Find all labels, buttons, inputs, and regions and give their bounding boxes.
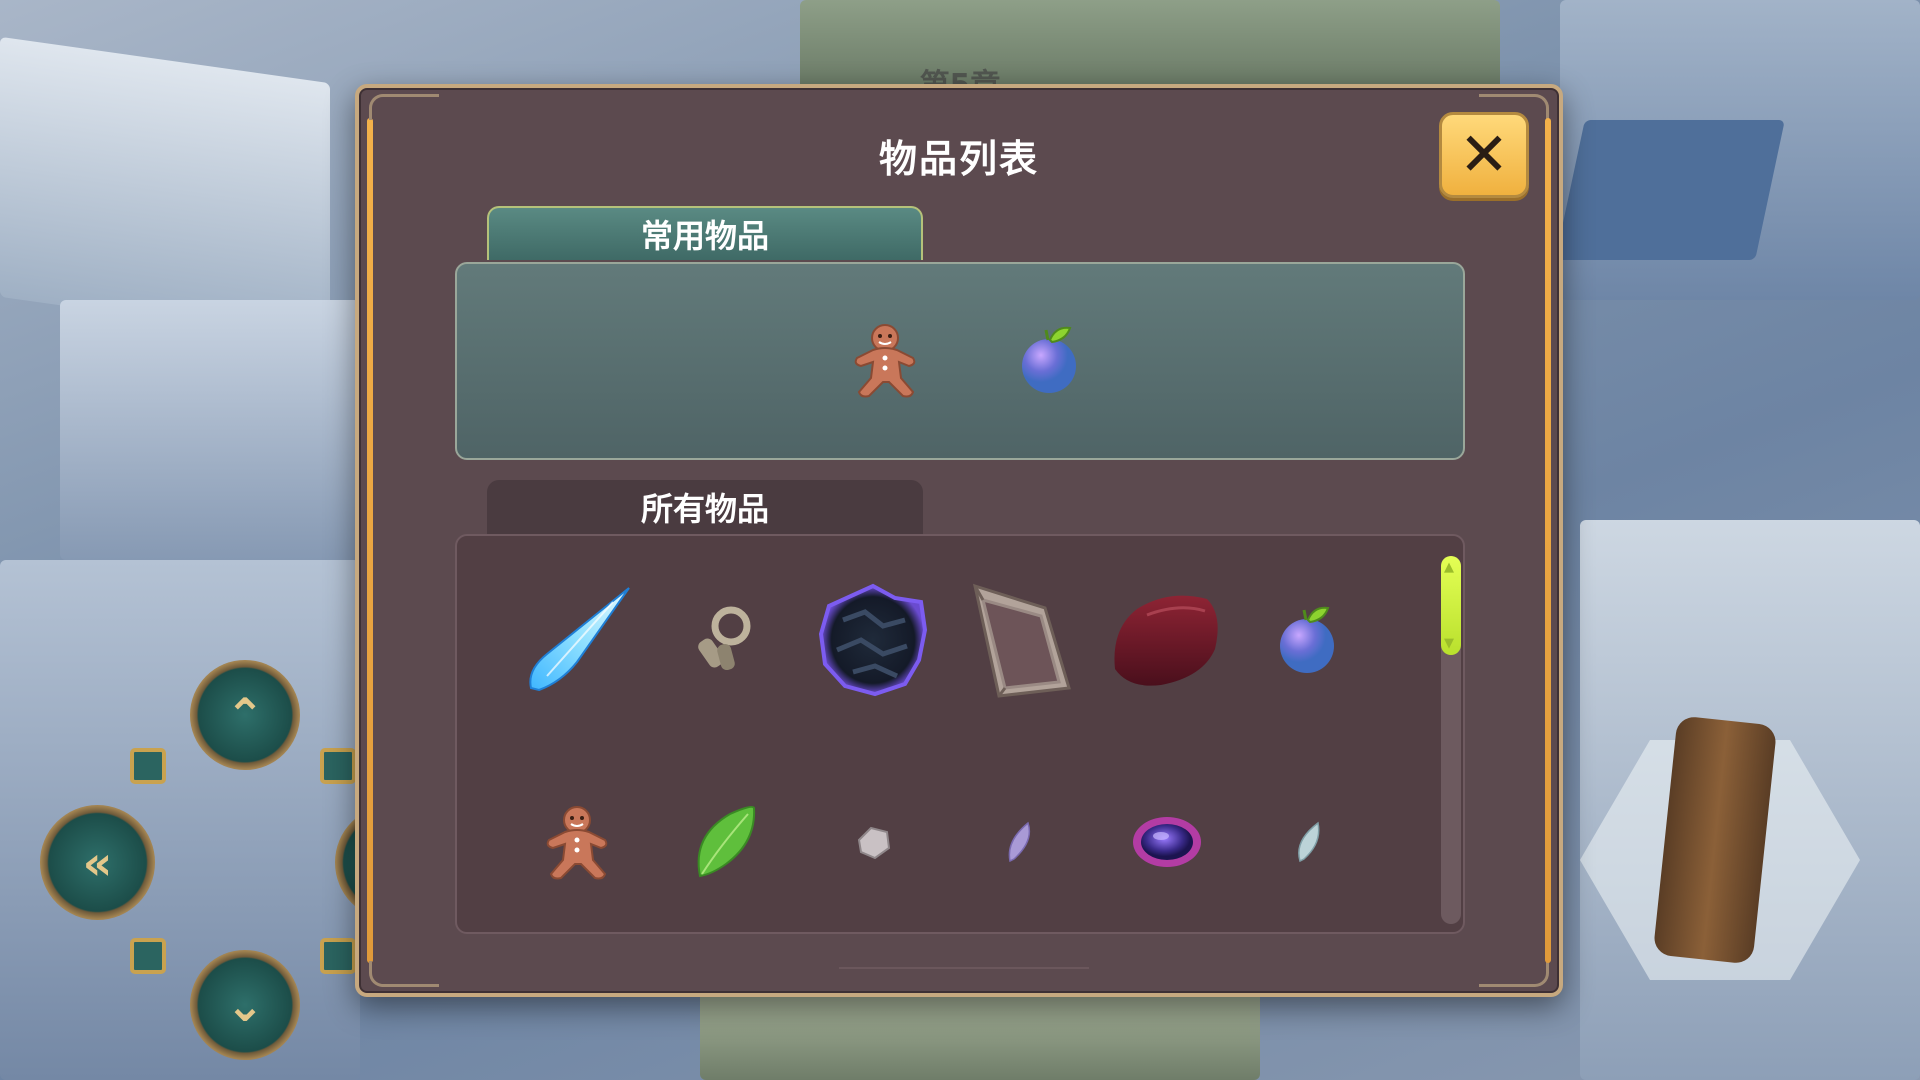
item-slot[interactable] xyxy=(961,580,1081,700)
item-slot[interactable] xyxy=(1249,782,1369,902)
snow-block xyxy=(0,36,330,344)
diagonal-up-left-button[interactable] xyxy=(130,748,166,784)
chevron-left-icon: « xyxy=(82,835,113,890)
item-slot[interactable] xyxy=(1249,580,1369,700)
green-leaf-icon xyxy=(697,805,756,878)
red-beret-icon xyxy=(1114,595,1218,686)
item-slot[interactable] xyxy=(813,580,933,700)
snow-block xyxy=(60,300,360,560)
frame-ornament xyxy=(1479,961,1549,987)
close-button[interactable]: ✕ xyxy=(1439,112,1529,198)
item-slot[interactable] xyxy=(1107,580,1227,700)
item-slot[interactable] xyxy=(517,580,637,700)
divider xyxy=(839,967,1089,969)
pale-feather-icon xyxy=(1298,821,1320,863)
gingerbread-man-icon xyxy=(854,324,916,398)
item-slot[interactable] xyxy=(813,782,933,902)
blue-fruit-icon xyxy=(1280,606,1334,673)
common-item-slot[interactable] xyxy=(825,300,945,420)
diagonal-down-left-button[interactable] xyxy=(130,938,166,974)
chevron-down-icon: ▼ xyxy=(1444,636,1454,652)
pebble-icon xyxy=(857,826,891,860)
stone-structure xyxy=(700,990,1260,1080)
item-slot[interactable] xyxy=(665,580,785,700)
purple-feather-icon xyxy=(1008,821,1031,863)
item-list-dialog: 物品列表 ✕ 常用物品 所有物品 ▲ ▼ xyxy=(355,84,1563,997)
ice-crystal-shard-icon xyxy=(529,587,630,692)
frame-ornament xyxy=(369,961,439,987)
close-icon: ✕ xyxy=(1458,120,1510,190)
scrollbar-thumb[interactable]: ▲ ▼ xyxy=(1441,556,1461,656)
purple-gem-icon xyxy=(1133,817,1201,867)
diagonal-up-right-button[interactable] xyxy=(320,748,356,784)
chevron-down-icon: ⌄ xyxy=(225,978,265,1032)
chevron-up-icon: ▲ xyxy=(1444,560,1454,575)
book-icon xyxy=(972,583,1071,698)
ice-block xyxy=(1555,120,1785,260)
move-down-button[interactable]: ⌄ xyxy=(190,950,300,1060)
frame-ornament xyxy=(369,94,439,120)
key-ring-icon xyxy=(698,606,751,671)
item-slot[interactable] xyxy=(1107,782,1227,902)
chevron-up-icon: ⌃ xyxy=(225,688,265,742)
tab-all-items[interactable]: 所有物品 xyxy=(487,480,923,534)
move-left-button[interactable]: « xyxy=(40,805,155,920)
gingerbread-man-icon xyxy=(546,806,608,880)
common-item-slot[interactable] xyxy=(991,300,1111,420)
item-slot[interactable] xyxy=(665,782,785,902)
item-slot[interactable] xyxy=(517,782,637,902)
tab-common-items[interactable]: 常用物品 xyxy=(487,206,923,260)
dialog-title: 物品列表 xyxy=(878,137,1039,181)
move-up-button[interactable]: ⌃ xyxy=(190,660,300,770)
blue-fruit-icon xyxy=(1022,326,1076,393)
item-slot[interactable] xyxy=(961,782,1081,902)
dark-ore-icon xyxy=(818,583,928,697)
diagonal-down-right-button[interactable] xyxy=(320,938,356,974)
common-items-panel xyxy=(455,262,1465,460)
scrollbar-track[interactable]: ▲ ▼ xyxy=(1441,556,1461,924)
all-items-panel: ▲ ▼ xyxy=(455,534,1465,934)
